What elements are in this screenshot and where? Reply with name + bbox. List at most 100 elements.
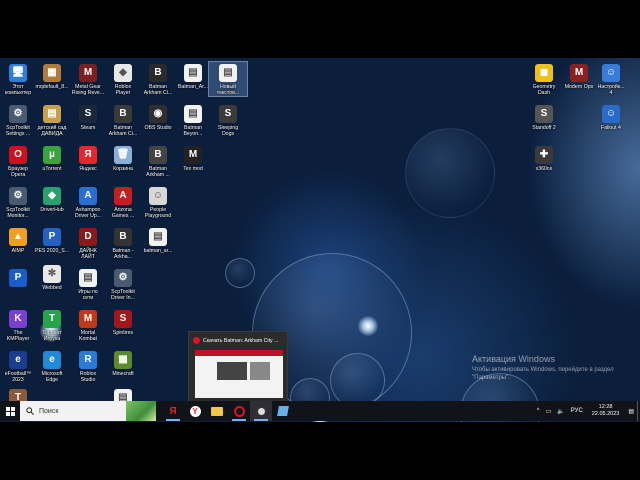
desktop-icon[interactable]: 🗑 Корзина xyxy=(104,144,142,172)
desktop-icon[interactable]: ✻ Webbed xyxy=(33,263,71,291)
desktop-icon[interactable]: ▦ Minecraft xyxy=(104,349,142,377)
pes-icon: P xyxy=(9,269,27,287)
desktop-icon[interactable]: O Браузер Opera xyxy=(0,144,37,178)
desktop-icon[interactable]: ▦ mqdefault_8... xyxy=(33,62,71,90)
desktop-icon[interactable]: ☺ Настройк... 4 xyxy=(592,62,630,96)
desktop-icon-label: детский сад ДАВИДА xyxy=(37,125,67,137)
language-indicator[interactable]: РУС xyxy=(571,408,583,414)
desktop-icon-label: OBS Studio xyxy=(144,125,172,131)
start-button[interactable] xyxy=(0,401,20,421)
desktop-icon[interactable]: ⚙ ScpToolkit Monitor... xyxy=(0,185,37,219)
standoff-icon: S xyxy=(535,105,553,123)
desktop-icon[interactable]: 🖥 Этот компьютер xyxy=(0,62,37,96)
desktop-icon-label: Geometry Dash xyxy=(532,84,556,96)
desktop-icon[interactable]: ☺ Fallout 4 xyxy=(592,103,630,131)
desktop-icon[interactable]: ▤ детский сад ДАВИДА xyxy=(33,103,71,137)
batman-icon: B xyxy=(114,105,132,123)
desktop-icon-label: x360ce xyxy=(535,166,553,172)
taskbar-yandex-browser[interactable]: Y xyxy=(184,401,206,421)
document-icon: ▤ xyxy=(184,105,202,123)
desktop-icon-label: Настройк... 4 xyxy=(597,84,625,96)
desktop-icon[interactable]: R Roblox Studio xyxy=(69,349,107,383)
desktop-icon-label: Игры по сети xyxy=(78,289,98,301)
desktop-icon[interactable]: S Sleeping Dogs xyxy=(209,103,247,137)
desktop-icon-label: Arizona Games ... xyxy=(111,207,135,219)
taskbar-explorer[interactable] xyxy=(206,401,228,421)
clock[interactable]: 12:28 22.05.2023 xyxy=(592,404,620,418)
desktop-icon[interactable]: T Торрент Игруха xyxy=(33,308,71,342)
desktop-icon[interactable]: ▤ Новый текстов... xyxy=(208,61,248,97)
desktop-icon-label: Торрент Игруха xyxy=(42,330,62,342)
volume-icon[interactable]: 🔈 xyxy=(557,408,564,415)
batman-icon: B xyxy=(149,146,167,164)
desktop-icon-label: Batman Arkham ... xyxy=(146,166,170,178)
kmplayer-icon: K xyxy=(9,310,27,328)
preview-image xyxy=(217,362,247,380)
desktop-icon[interactable]: ◆ DriverHub xyxy=(33,185,71,213)
desktop-icon[interactable]: D ДАЙНК ЛАЙТ xyxy=(69,226,107,260)
desktop-icon-label: Новый текстов... xyxy=(216,84,240,96)
spintires-icon: S xyxy=(114,310,132,328)
preview-title: Скачать Batman: Arkham City ... xyxy=(203,338,279,344)
desktop-icon-label: Яндекс xyxy=(79,166,97,172)
gamepad-icon: ⚙ xyxy=(114,269,132,287)
desktop-icon[interactable]: S Spintires xyxy=(104,308,142,336)
desktop-icon-label: Batman Arkham Ci... xyxy=(143,84,173,96)
desktop-icon[interactable]: µ uTorrent xyxy=(33,144,71,172)
modern-ops-icon: M xyxy=(570,64,588,82)
recycle-bin-icon: 🗑 xyxy=(114,146,132,164)
desktop-icon[interactable]: Я Яндекс xyxy=(69,144,107,172)
gear-icon: ⚙ xyxy=(9,105,27,123)
taskbar-obs[interactable] xyxy=(250,401,272,421)
desktop-icon[interactable]: ▤ Игры по сети xyxy=(69,267,107,301)
notifications-icon[interactable]: ▤ xyxy=(628,408,634,415)
yandex-icon: Я xyxy=(169,405,177,417)
desktop-icon[interactable]: ▤ Batman Beyon... xyxy=(174,103,212,137)
desktop-icon[interactable]: A Arizona Games ... xyxy=(104,185,142,219)
desktop-icon[interactable]: B Batman Arkham ... xyxy=(139,144,177,178)
desktop-icon[interactable]: ◉ OBS Studio xyxy=(139,103,177,131)
torrent-game-icon: T xyxy=(43,310,61,328)
taskbar-app[interactable] xyxy=(272,401,294,421)
desktop-icon[interactable]: ◼ Geometry Dash xyxy=(525,62,563,96)
network-icon[interactable]: ▭ xyxy=(546,408,552,415)
desktop-icon[interactable]: ⚙ ScpToolkit Driver In... xyxy=(104,267,142,301)
taskbar-yandex[interactable]: Я xyxy=(162,401,184,421)
desktop-icon-label: Microsoft Edge xyxy=(41,371,63,383)
taskbar-opera[interactable] xyxy=(228,401,250,421)
desktop-icon-label: Minecraft xyxy=(112,371,134,377)
desktop-icon[interactable]: S Standoff 2 xyxy=(525,103,563,131)
desktop-icon[interactable]: M Tex mod xyxy=(174,144,212,172)
desktop-icon[interactable]: e Microsoft Edge xyxy=(33,349,71,383)
desktop-icon[interactable]: B Batman - Arkha... xyxy=(104,226,142,260)
taskbar-thumbnail-preview[interactable]: Скачать Batman: Arkham City ... xyxy=(188,331,288,403)
chevron-up-icon[interactable]: ^ xyxy=(537,408,540,414)
desktop-icon-label: uTorrent xyxy=(42,166,62,172)
search-box[interactable]: Поиск xyxy=(20,401,156,421)
desktop-icon[interactable]: ✚ x360ce xyxy=(525,144,563,172)
search-highlight-image xyxy=(126,401,156,421)
webbed-icon: ✻ xyxy=(43,265,61,283)
activation-subtitle: Чтобы активировать Windows, перейдите в … xyxy=(472,367,614,381)
opera-icon xyxy=(193,337,200,344)
efootball-icon: e xyxy=(9,351,27,369)
desktop-icon[interactable]: B Batman Arkham Ci... xyxy=(104,103,142,137)
yandex-browser-icon: Y xyxy=(189,405,201,417)
desktop-icon[interactable]: M Metal Gear Rising Reve... xyxy=(69,62,107,96)
text-file-icon: ▤ xyxy=(219,64,237,82)
desktop-icon[interactable]: M Mortal Kombat xyxy=(69,308,107,342)
desktop-icon[interactable]: ◆ Roblox Player xyxy=(104,62,142,96)
desktop-icon[interactable]: P PES 2020_S... xyxy=(33,226,71,254)
desktop-icon-label: Standoff 2 xyxy=(532,125,556,131)
document-icon: ▤ xyxy=(43,105,61,123)
document-icon: ▤ xyxy=(79,269,97,287)
desktop-icon[interactable]: B Batman Arkham Ci... xyxy=(139,62,177,96)
desktop-icon[interactable]: S Steam xyxy=(69,103,107,131)
opera-icon xyxy=(233,405,245,417)
desktop-icon[interactable]: ▤ batman_ar... xyxy=(139,226,177,254)
desktop-icon[interactable]: A Ashampoo Driver Up... xyxy=(69,185,107,219)
desktop-icon[interactable]: ☺ People Playground xyxy=(139,185,177,219)
desktop-icon[interactable]: ▤ Batman_Ar... xyxy=(174,62,212,90)
folder-icon xyxy=(211,406,223,416)
desktop-icon-label: Sleeping Dogs xyxy=(217,125,239,137)
